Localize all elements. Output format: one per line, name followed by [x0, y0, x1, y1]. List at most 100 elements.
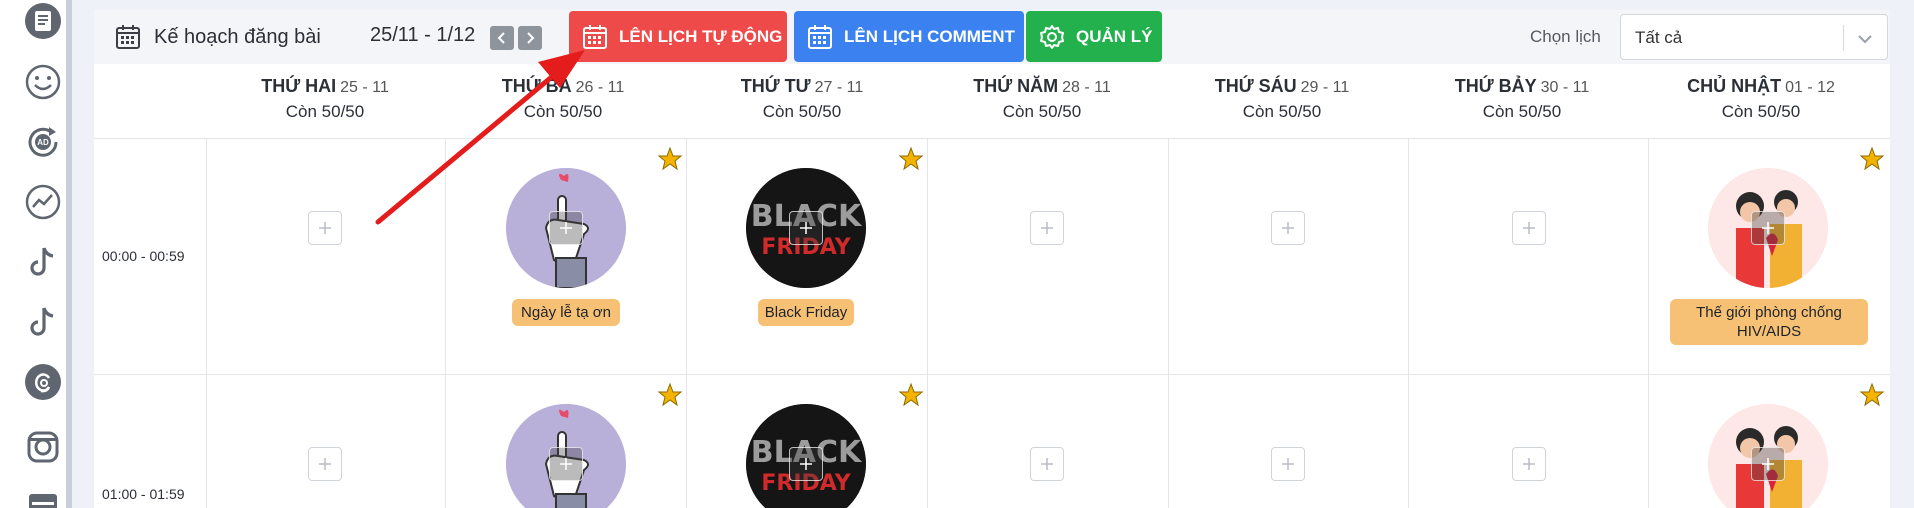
event-tag-line: Thế giới phòng chống [1696, 304, 1842, 321]
day-remaining: Còn 50/50 [1721, 102, 1801, 121]
add-post-button[interactable] [1512, 211, 1546, 245]
main-panel: Kế hoạch đăng bài 25/11 - 1/12 LÊN LỊCH … [94, 10, 1890, 508]
star-icon[interactable] [1859, 146, 1885, 172]
plus-icon [1282, 222, 1294, 234]
day-date: 30 - 11 [1540, 79, 1590, 96]
col-divider [1648, 138, 1649, 508]
event-tag[interactable]: Black Friday [758, 299, 854, 326]
plus-icon [1041, 222, 1053, 234]
svg-text:AD: AD [37, 138, 49, 147]
add-post-button[interactable] [1751, 211, 1785, 245]
day-name: THỨ SÁU [1214, 76, 1297, 96]
manage-label: QUẢN LÝ [1076, 26, 1153, 46]
day-header-wed: THỨ TƯ 27 - 11 Còn 50/50 [682, 64, 922, 138]
day-date: 27 - 11 [814, 79, 864, 96]
event-tag[interactable]: Thế giới phòng chống HIV/AIDS [1670, 299, 1868, 345]
tiktok-icon[interactable] [24, 243, 62, 281]
day-name: THỨ BA [501, 76, 572, 96]
calendar-select-label: Chọn lịch [1530, 27, 1601, 46]
add-post-button[interactable] [308, 447, 342, 481]
next-week-button[interactable] [518, 26, 542, 50]
plus-icon [319, 458, 331, 470]
gear-icon [1040, 24, 1064, 49]
day-remaining: Còn 50/50 [1002, 102, 1082, 121]
add-post-button[interactable] [1271, 211, 1305, 245]
day-date: 28 - 11 [1062, 79, 1111, 96]
star-icon[interactable] [657, 146, 683, 172]
event-tag-line: HIV/AIDS [1736, 323, 1802, 340]
auto-schedule-button[interactable]: LÊN LỊCH TỰ ĐỘNG [569, 11, 787, 62]
instagram-icon[interactable] [24, 428, 62, 466]
plus-icon [319, 222, 331, 234]
threads-icon[interactable] [24, 363, 62, 401]
plus-icon [560, 458, 572, 470]
calendar-icon[interactable] [24, 488, 62, 508]
row-divider [94, 374, 1890, 375]
day-date: 01 - 12 [1785, 79, 1835, 96]
plus-icon [1041, 458, 1053, 470]
day-date: 26 - 11 [575, 79, 625, 96]
col-divider [1408, 138, 1409, 508]
prev-week-button[interactable] [490, 26, 514, 50]
day-header-mon: THỨ HAI 25 - 11 Còn 50/50 [206, 64, 444, 138]
plus-icon [1762, 222, 1774, 234]
star-icon[interactable] [1859, 382, 1885, 408]
row-divider [94, 138, 1890, 139]
plus-icon [800, 458, 812, 470]
time-slot-label: 00:00 - 00:59 [102, 248, 185, 264]
day-header-fri: THỨ SÁU 29 - 11 Còn 50/50 [1162, 64, 1402, 138]
day-date: 29 - 11 [1300, 79, 1350, 96]
calendar-select-value: Tất cả [1635, 28, 1683, 47]
col-divider [686, 138, 687, 508]
news-icon[interactable] [24, 2, 62, 40]
day-date: 25 - 11 [340, 79, 389, 96]
event-tag[interactable]: Ngày lễ tạ ơn [512, 299, 620, 326]
add-post-button[interactable] [1512, 447, 1546, 481]
add-post-button[interactable] [308, 211, 342, 245]
day-remaining: Còn 50/50 [1242, 102, 1322, 121]
plus-icon [560, 222, 572, 234]
add-post-button[interactable] [549, 211, 583, 245]
smiley-icon[interactable] [24, 63, 62, 101]
col-divider [445, 138, 446, 508]
select-divider [1843, 25, 1844, 51]
chevron-left-icon [497, 32, 505, 44]
day-name: THỨ NĂM [973, 76, 1059, 96]
calendar-select[interactable]: Tất cả [1620, 14, 1888, 60]
add-post-button[interactable] [549, 447, 583, 481]
plus-icon [1282, 458, 1294, 470]
plus-icon [800, 222, 812, 234]
analytics-icon[interactable] [24, 183, 62, 221]
day-remaining: Còn 50/50 [1482, 102, 1562, 121]
plus-icon [1523, 458, 1535, 470]
plan-title: Kế hoạch đăng bài [154, 25, 321, 48]
day-name: CHỦ NHẬT [1687, 76, 1782, 96]
add-post-button[interactable] [1030, 211, 1064, 245]
calendar-icon [808, 24, 832, 49]
add-post-button[interactable] [1271, 447, 1305, 481]
day-name: THỨ TƯ [740, 76, 811, 96]
star-icon[interactable] [898, 382, 924, 408]
comment-schedule-button[interactable]: LÊN LỊCH COMMENT [794, 11, 1024, 62]
chevron-right-icon [527, 32, 535, 44]
tiktok-icon[interactable] [24, 303, 62, 341]
add-post-button[interactable] [1751, 447, 1785, 481]
week-grid: THỨ HAI 25 - 11 Còn 50/50 THỨ BA 26 - 11 C… [94, 64, 1890, 508]
manage-button[interactable]: QUẢN LÝ [1026, 11, 1162, 62]
day-remaining: Còn 50/50 [285, 102, 365, 121]
day-name: THỨ BẢY [1454, 76, 1537, 96]
day-header-sat: THỨ BẢY 30 - 11 Còn 50/50 [1402, 64, 1642, 138]
plus-icon [1523, 222, 1535, 234]
add-post-button[interactable] [1030, 447, 1064, 481]
ad-refresh-icon[interactable]: AD [24, 123, 62, 161]
col-divider [206, 138, 207, 508]
day-remaining: Còn 50/50 [762, 102, 842, 121]
time-slot-label: 01:00 - 01:59 [102, 486, 185, 502]
plan-title-group: Kế hoạch đăng bài [114, 22, 321, 52]
add-post-button[interactable] [789, 447, 823, 481]
col-divider [927, 138, 928, 508]
add-post-button[interactable] [789, 211, 823, 245]
star-icon[interactable] [898, 146, 924, 172]
day-header-tue: THỨ BA 26 - 11 Còn 50/50 [444, 64, 682, 138]
star-icon[interactable] [657, 382, 683, 408]
